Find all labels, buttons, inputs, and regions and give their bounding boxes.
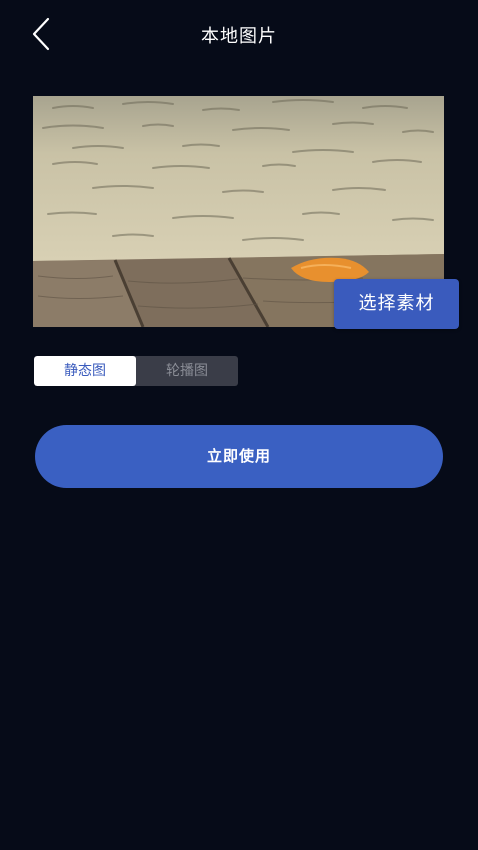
use-now-button[interactable]: 立即使用 [35,425,443,488]
choose-material-button[interactable]: 选择素材 [334,279,459,329]
mode-tabs: 静态图 轮播图 [34,356,238,386]
screen: 本地图片 选择素材 静态图 轮播图 立即使用 [0,0,478,850]
page-title: 本地图片 [201,26,277,47]
header: 本地图片 [0,0,478,68]
tab-carousel[interactable]: 轮播图 [136,356,238,386]
tab-static-image[interactable]: 静态图 [34,356,136,386]
